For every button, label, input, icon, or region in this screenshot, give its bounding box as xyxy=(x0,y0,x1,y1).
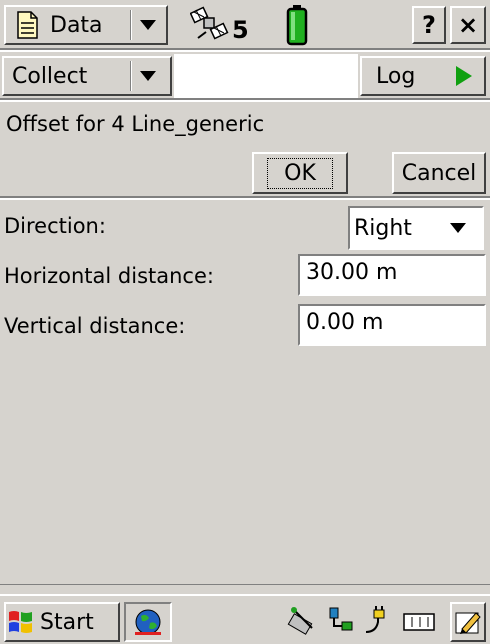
offset-header: Offset for 4 Line_generic OK Cancel xyxy=(0,102,490,198)
satellite-count: 5 xyxy=(232,16,249,44)
chevron-down-icon xyxy=(140,20,156,30)
power-plug-icon[interactable] xyxy=(362,604,396,638)
system-tray xyxy=(286,600,446,642)
collect-menu-button[interactable]: Collect xyxy=(2,56,172,96)
cancel-button[interactable]: Cancel xyxy=(392,152,486,194)
horizontal-distance-field[interactable]: 30.00 m xyxy=(298,254,486,296)
app-button[interactable] xyxy=(124,602,172,642)
connection-icon[interactable] xyxy=(324,604,358,638)
direction-label: Direction: xyxy=(4,214,106,238)
log-label: Log xyxy=(376,63,416,89)
close-button[interactable]: × xyxy=(450,6,486,44)
battery-icon[interactable] xyxy=(286,4,308,46)
data-menu-button[interactable]: Data xyxy=(4,5,168,45)
vertical-distance-field[interactable]: 0.00 m xyxy=(298,304,486,346)
close-icon: × xyxy=(457,11,479,39)
taskbar: Start xyxy=(0,594,490,644)
pencil-icon xyxy=(455,612,481,634)
globe-icon xyxy=(135,609,161,635)
data-menu-label: Data xyxy=(50,12,103,38)
ok-label: OK xyxy=(267,157,333,189)
play-icon xyxy=(456,66,472,86)
collect-menu-label: Collect xyxy=(12,63,88,89)
horizontal-distance-label: Horizontal distance: xyxy=(4,264,214,288)
keyboard-button[interactable] xyxy=(450,602,486,642)
windows-logo-icon xyxy=(9,611,32,633)
chevron-down-icon xyxy=(450,223,466,233)
start-button[interactable]: Start xyxy=(4,602,120,642)
document-icon xyxy=(17,11,38,39)
chevron-down-icon xyxy=(140,71,156,81)
offset-form: Direction: Right Horizontal distance: 30… xyxy=(0,200,490,584)
log-button[interactable]: Log xyxy=(360,56,486,96)
satellite-icon[interactable] xyxy=(190,6,230,44)
taskbar-divider xyxy=(0,584,490,594)
top-toolbar: Data 5 ? × xyxy=(0,0,490,50)
cancel-label: Cancel xyxy=(401,160,477,186)
status-area xyxy=(174,54,358,98)
direction-select[interactable]: Right xyxy=(348,206,484,250)
page-title: Offset for 4 Line_generic xyxy=(6,112,265,136)
help-button[interactable]: ? xyxy=(412,6,446,44)
direction-value: Right xyxy=(354,215,412,241)
collect-toolbar: Collect Log xyxy=(0,52,490,100)
input-panel-icon[interactable] xyxy=(400,604,438,638)
ok-button[interactable]: OK xyxy=(252,152,348,194)
pen-tool-icon[interactable] xyxy=(286,604,320,638)
vertical-distance-label: Vertical distance: xyxy=(4,314,186,338)
start-label: Start xyxy=(40,609,94,635)
